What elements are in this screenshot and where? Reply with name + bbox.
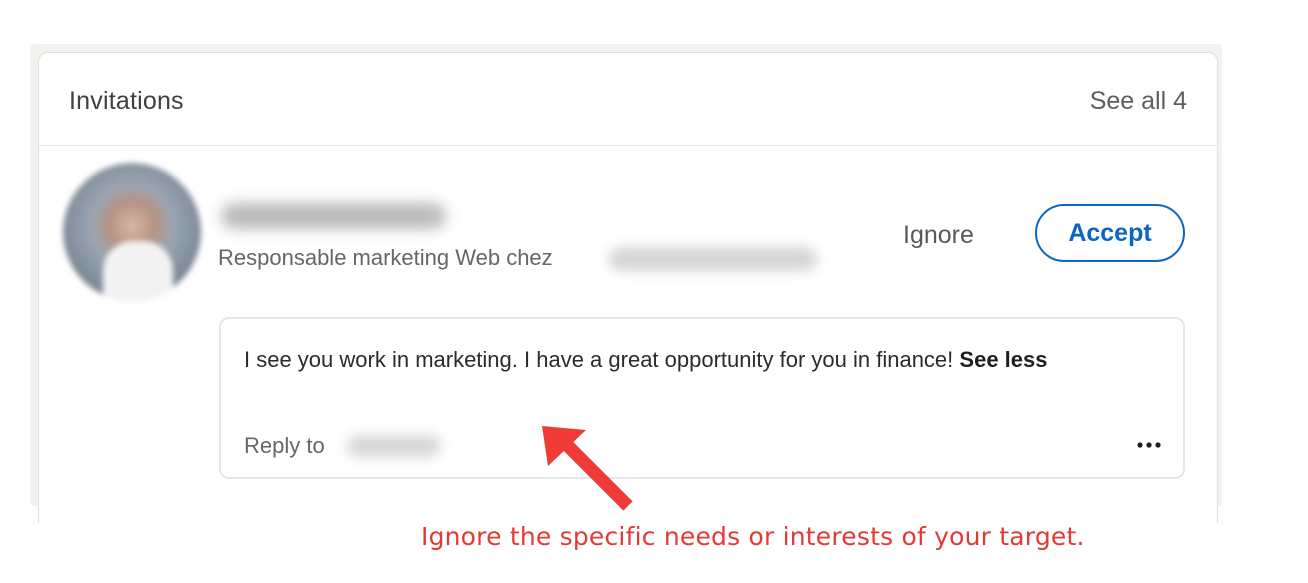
- ignore-button[interactable]: Ignore: [903, 221, 974, 250]
- accept-button[interactable]: Accept: [1035, 204, 1185, 262]
- invitation-message: I see you work in marketing. I have a gr…: [219, 317, 1185, 479]
- blurred-sender-name: [221, 203, 446, 229]
- see-all-link[interactable]: See all 4: [1090, 87, 1187, 116]
- sender-headline: Responsable marketing Web chez: [218, 245, 553, 270]
- message-text: I see you work in marketing. I have a gr…: [244, 347, 954, 372]
- see-less-link[interactable]: See less: [959, 347, 1047, 372]
- avatar[interactable]: [63, 163, 201, 301]
- card-title: Invitations: [69, 87, 184, 115]
- reply-button[interactable]: Reply to: [244, 433, 325, 459]
- blurred-reply-name: [347, 435, 441, 457]
- blurred-company-name: [609, 247, 817, 271]
- annotation-caption: Ignore the specific needs or interests o…: [421, 522, 1085, 551]
- card-header: Invitations See all 4: [39, 53, 1217, 146]
- more-horizontal-icon[interactable]: [1135, 437, 1163, 453]
- message-body: I see you work in marketing. I have a gr…: [244, 343, 1154, 377]
- arrow-icon: [542, 426, 633, 511]
